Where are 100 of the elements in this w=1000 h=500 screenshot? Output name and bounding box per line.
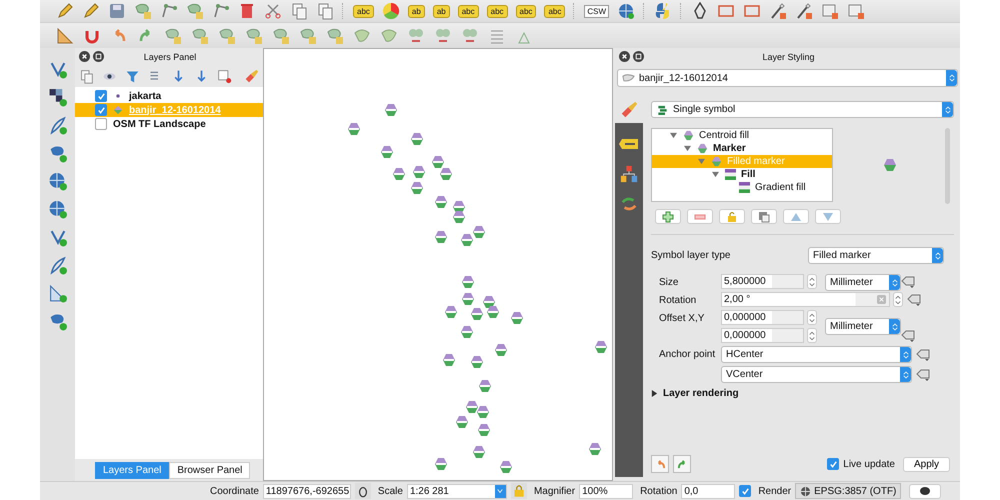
rotation-field[interactable]: 2,00 ° [721, 292, 890, 307]
lock-icon[interactable] [510, 483, 527, 499]
close-icon[interactable] [79, 51, 90, 62]
label-tool-button[interactable]: abc [516, 4, 536, 18]
shape-icon[interactable] [380, 26, 398, 44]
move-up-button[interactable] [783, 209, 809, 224]
pie-icon[interactable] [382, 2, 400, 20]
data-defined-icon[interactable] [900, 274, 916, 288]
globe-icon[interactable] [617, 2, 636, 20]
layer-item[interactable]: OSM TF Landscape [75, 117, 263, 131]
layer-rendering-toggle[interactable]: Layer rendering [651, 388, 954, 399]
rotation-field[interactable]: 0,0 [681, 484, 736, 498]
polygon-icon[interactable] [191, 26, 209, 44]
magnifier-field[interactable]: 100% [579, 484, 634, 498]
label-tool-button[interactable]: abc [486, 4, 508, 18]
number-field[interactable]: 5,800000 [721, 274, 804, 289]
polygon-icon[interactable] [272, 26, 290, 44]
renderer-dropdown[interactable]: Single symbol [651, 101, 954, 118]
layer-dropdown[interactable]: banjir_12-16012014 [617, 69, 958, 87]
label-tool-button[interactable]: ab [408, 4, 425, 18]
pencil-icon[interactable] [82, 2, 100, 20]
data-defined-icon[interactable] [900, 328, 916, 342]
polygon-icon[interactable] [164, 26, 182, 44]
clear-icon[interactable] [877, 295, 886, 304]
scale-dropdown[interactable]: 1:26 281 [406, 484, 507, 498]
symbol-tree-item[interactable]: Gradient fill [652, 181, 832, 194]
wand-icon[interactable] [795, 2, 814, 20]
ruler-icon[interactable] [56, 26, 74, 44]
label-tool-button[interactable]: ab [432, 4, 450, 18]
undo-button[interactable] [651, 455, 669, 473]
checkbox[interactable] [827, 458, 840, 470]
spin-button[interactable] [807, 274, 817, 289]
trash-icon[interactable] [238, 2, 256, 20]
copy-icon[interactable] [290, 2, 308, 20]
spin-button[interactable] [807, 328, 817, 343]
expanded-arrow-icon[interactable] [698, 158, 705, 165]
ruler-icon[interactable] [48, 284, 68, 303]
globe-icon[interactable] [48, 172, 68, 191]
raster-layer-icon[interactable] [48, 88, 68, 107]
data-defined-icon[interactable] [915, 368, 931, 382]
layer-item[interactable]: jakarta [75, 89, 263, 103]
paintbrush-icon[interactable] [244, 68, 259, 84]
anchor-dropdown[interactable]: HCenter [721, 346, 912, 363]
symbol-tree-item[interactable]: Fill [652, 168, 832, 181]
expanded-arrow-icon[interactable] [712, 171, 719, 178]
expanded-arrow-icon[interactable] [670, 132, 677, 139]
symbol-tree-item[interactable]: Marker [652, 142, 832, 155]
copy-icon[interactable] [316, 2, 334, 20]
polygon-icon[interactable] [299, 26, 317, 44]
duplicate-button[interactable] [751, 209, 777, 224]
spin-button[interactable] [893, 292, 903, 307]
scrollbar[interactable] [945, 128, 950, 204]
polygon-icon[interactable] [245, 26, 263, 44]
shape-icon[interactable] [353, 26, 371, 44]
polygon-icon[interactable] [326, 26, 344, 44]
mouse-icon[interactable] [354, 483, 371, 499]
paintbrush-icon[interactable] [619, 101, 639, 119]
csw-button[interactable]: CSW [584, 4, 610, 18]
redo-button[interactable] [673, 455, 691, 473]
anchor-dropdown[interactable]: VCenter [721, 366, 912, 383]
scissors-icon[interactable] [264, 2, 282, 20]
number-field[interactable]: 0,000000 [721, 328, 804, 343]
label-tool-button[interactable]: abc [353, 4, 374, 18]
crs-button[interactable]: EPSG:3857 (OTF) [795, 483, 902, 499]
polygon-icon[interactable] [48, 144, 68, 163]
wand-icon[interactable] [769, 2, 788, 20]
number-field[interactable]: 0,000000 [721, 310, 804, 325]
label-tool-button[interactable]: abc [544, 4, 566, 18]
polygon-icon[interactable] [218, 26, 236, 44]
remove-layer-button[interactable] [687, 209, 713, 224]
float-icon[interactable] [93, 51, 104, 62]
coordinate-field[interactable]: 11897676,-692655 [262, 484, 351, 498]
history-icon[interactable] [619, 195, 639, 213]
copy-icon[interactable] [79, 68, 94, 84]
unit-dropdown[interactable]: Millimeter [825, 318, 901, 335]
messages-button[interactable] [909, 484, 942, 498]
symbol-layer-type-dropdown[interactable]: Filled marker [808, 247, 944, 264]
rect-icon[interactable] [217, 68, 232, 84]
data-defined-icon[interactable] [906, 292, 922, 306]
checkbox[interactable] [95, 104, 107, 116]
data-defined-icon[interactable] [915, 348, 931, 362]
move-down-button[interactable] [815, 209, 841, 224]
apply-button[interactable]: Apply [902, 456, 950, 472]
checkbox[interactable] [739, 485, 752, 497]
polygon-icon[interactable] [186, 2, 204, 20]
panel-tab[interactable]: Browser Panel [169, 462, 250, 478]
filter-icon[interactable] [125, 68, 140, 84]
spin-button[interactable] [807, 310, 817, 325]
float-icon[interactable] [633, 51, 644, 62]
symbol-tree-item[interactable]: Centroid fill [652, 129, 832, 142]
expanded-arrow-icon[interactable] [684, 145, 691, 152]
polygon-icon[interactable] [48, 312, 68, 331]
close-icon[interactable] [619, 51, 630, 62]
add-layer-button[interactable] [655, 209, 681, 224]
checkbox[interactable] [95, 90, 107, 102]
unit-dropdown[interactable]: Millimeter [825, 274, 901, 291]
checkbox[interactable] [95, 118, 107, 130]
diagram-icon[interactable] [619, 165, 639, 183]
globe-icon[interactable] [48, 200, 68, 219]
label-tool-button[interactable]: abc [458, 4, 479, 18]
